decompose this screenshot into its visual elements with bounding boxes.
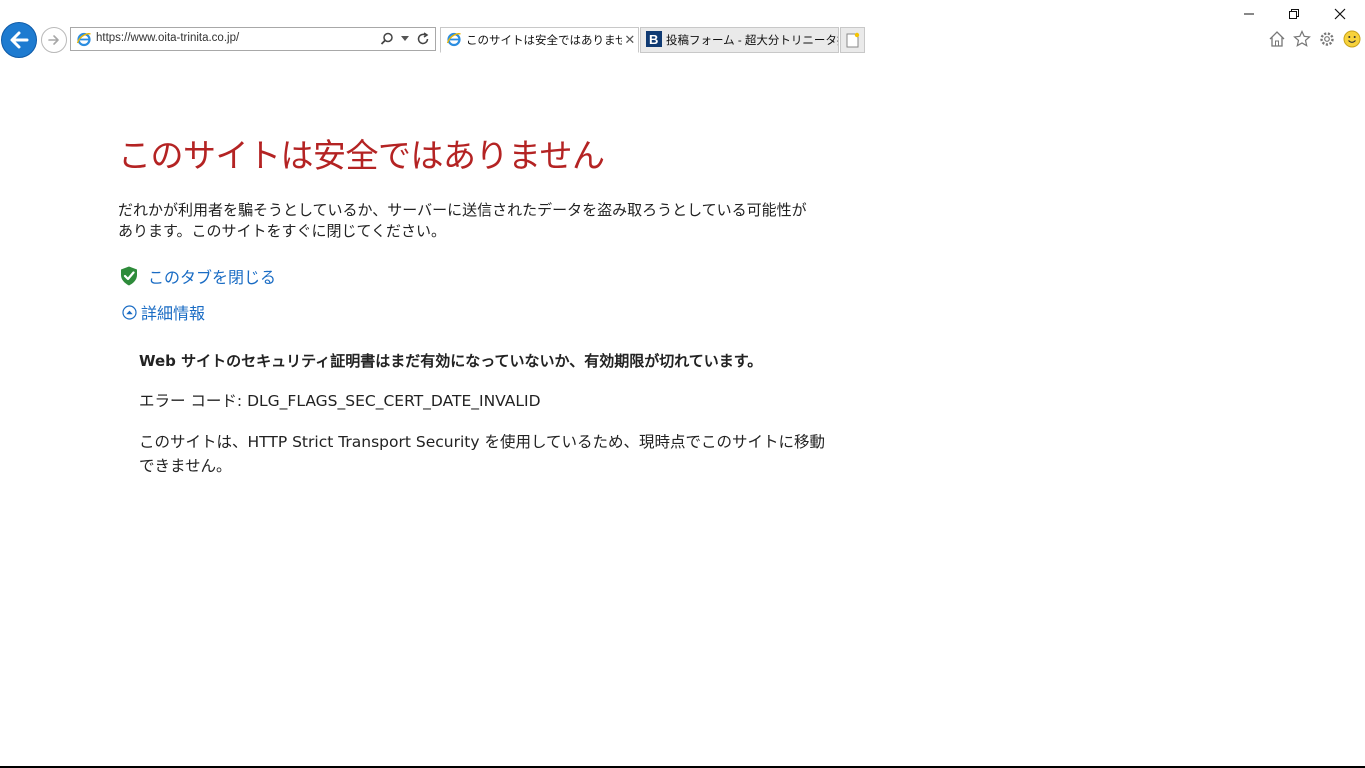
close-tab-link[interactable]: このタブを閉じる (118, 264, 838, 288)
restore-button[interactable] (1282, 4, 1306, 24)
tab-label: このサイトは安全ではありません (466, 35, 622, 47)
refresh-icon[interactable] (415, 31, 431, 47)
svg-text:B: B (649, 32, 658, 47)
forward-arrow-icon (48, 35, 59, 45)
collapse-arrow-icon (122, 304, 137, 320)
address-url[interactable]: https://www.oita-trinita.co.jp/ (96, 32, 239, 44)
tab-post-form[interactable]: B 投稿フォーム - 超大分トリニータ掲... (640, 27, 839, 53)
tab-security-warning[interactable]: このサイトは安全ではありません ✕ (440, 27, 639, 53)
tab-label: 投稿フォーム - 超大分トリニータ掲... (666, 35, 838, 47)
green-shield-icon (121, 266, 137, 286)
minimize-icon (1244, 13, 1254, 15)
gear-icon[interactable] (1317, 29, 1336, 48)
address-bar[interactable]: https://www.oita-trinita.co.jp/ (70, 27, 436, 51)
details-panel: Web サイトのセキュリティ証明書はまだ有効になっていないか、有効期限が切れてい… (139, 350, 829, 478)
error-code: エラー コード: DLG_FLAGS_SEC_CERT_DATE_INVALID (139, 392, 541, 410)
new-tab-button[interactable] (840, 27, 865, 53)
ie-icon (446, 31, 462, 50)
minimize-button[interactable] (1237, 4, 1261, 24)
close-tab-icon[interactable]: ✕ (622, 32, 638, 48)
favorites-star-icon[interactable] (1292, 29, 1311, 48)
back-button[interactable] (1, 22, 37, 58)
feedback-smiley-icon[interactable] (1342, 29, 1361, 48)
close-tab-link-label[interactable]: このタブを閉じる (148, 264, 276, 288)
search-icon[interactable] (379, 31, 395, 47)
restore-icon (1289, 9, 1299, 19)
page-title: このサイトは安全ではありません (118, 136, 605, 175)
dropdown-icon[interactable] (397, 31, 413, 47)
new-tab-icon (846, 32, 859, 48)
back-arrow-icon (10, 31, 29, 49)
warning-description: だれかが利用者を騙そうとしているか、サーバーに送信されたデータを盗み取ろうとして… (118, 201, 807, 240)
home-icon[interactable] (1267, 29, 1286, 48)
hsts-note: このサイトは、HTTP Strict Transport Security を使… (139, 433, 825, 475)
ie-icon (76, 31, 92, 51)
more-info-toggle[interactable]: 詳細情報 (118, 300, 838, 324)
browser-chrome: https://www.oita-trinita.co.jp/ このサイトは安全… (0, 0, 1365, 58)
b-favicon-icon: B (646, 30, 662, 50)
details-headline: Web サイトのセキュリティ証明書はまだ有効になっていないか、有効期限が切れてい… (139, 352, 763, 370)
close-icon (1334, 8, 1346, 20)
close-window-button[interactable] (1328, 4, 1352, 24)
forward-button[interactable] (41, 27, 67, 53)
more-info-label[interactable]: 詳細情報 (141, 300, 205, 324)
security-warning-page: このサイトは安全ではありません だれかが利用者を騙そうとしているか、サーバーに送… (118, 130, 838, 478)
